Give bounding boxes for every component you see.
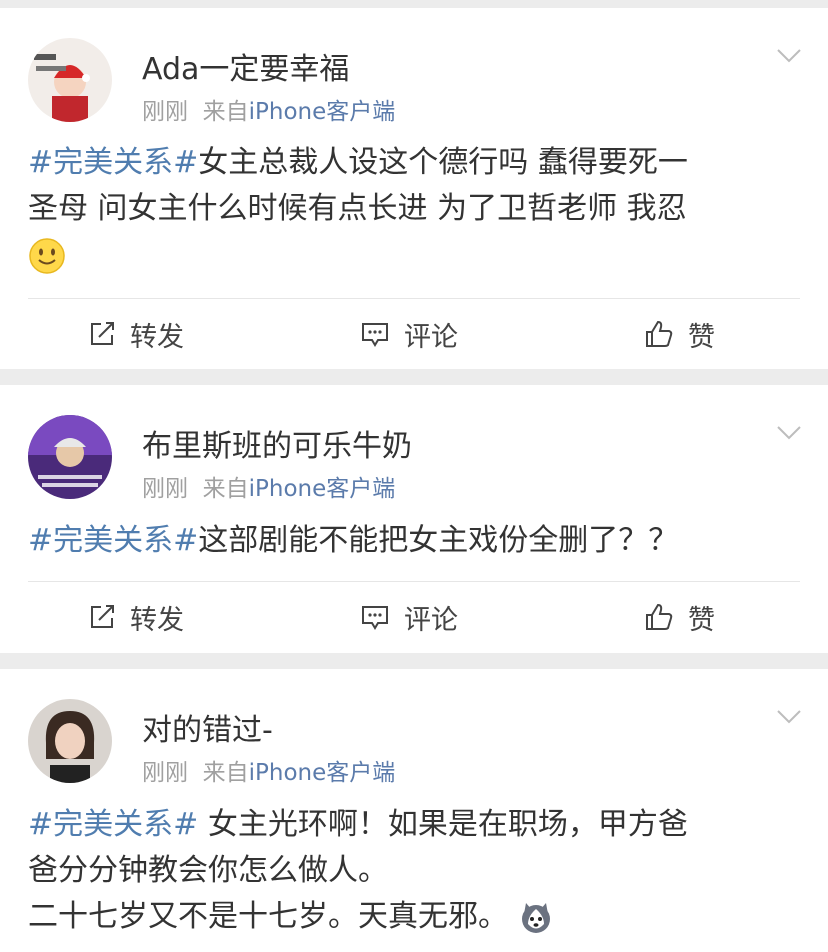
thumbs-up-icon (646, 603, 673, 630)
post-time: 刚刚 (142, 476, 188, 502)
avatar[interactable] (28, 699, 112, 783)
action-bar: 转发 评论 赞 (0, 582, 828, 652)
like-button[interactable]: 赞 (644, 582, 715, 652)
thumbs-up-icon (646, 320, 673, 347)
post-line: #完美关系#这部剧能不能把女主戏份全删了？？ (28, 523, 679, 558)
repost-icon (91, 605, 114, 628)
repost-label: 转发 (130, 604, 184, 636)
source-prefix: 来自 (202, 99, 249, 125)
post-card: 对的错过- 刚刚 来自iPhone客户端 #完美关系# 女主光环啊！如果是在职场… (0, 669, 828, 952)
comment-icon (362, 323, 388, 347)
post-line: #完美关系# 女主光环啊！如果是在职场，甲方爸 (28, 807, 688, 842)
comment-label: 评论 (404, 604, 458, 636)
post-time: 刚刚 (142, 760, 188, 786)
chevron-down-icon[interactable] (776, 709, 802, 725)
like-label: 赞 (688, 604, 715, 636)
post-line: 圣母 问女主什么时候有点长进 为了卫哲老师 我忍 (28, 191, 687, 226)
username[interactable]: 对的错过- (142, 705, 273, 749)
post-meta: 刚刚 来自iPhone客户端 (142, 753, 395, 787)
post-meta: 刚刚 来自iPhone客户端 (142, 92, 395, 126)
post-text: #完美关系#这部剧能不能把女主戏份全删了？？ (28, 518, 798, 564)
chevron-down-icon[interactable] (776, 48, 802, 64)
like-label: 赞 (688, 321, 715, 353)
avatar[interactable] (28, 38, 112, 122)
source-prefix: 来自 (202, 760, 249, 786)
repost-button[interactable]: 转发 (88, 299, 184, 369)
husky-emoji-icon (521, 902, 550, 933)
repost-button[interactable]: 转发 (88, 582, 184, 652)
avatar[interactable] (28, 415, 112, 499)
comment-label: 评论 (404, 321, 458, 353)
post-text: #完美关系#女主总裁人设这个德行吗 蠢得要死一 圣母 问女主什么时候有点长进 为… (28, 140, 798, 278)
comment-button[interactable]: 评论 (360, 582, 458, 652)
action-bar: 转发 评论 赞 (0, 299, 828, 369)
post-line: 爸分分钟教会你怎么做人。 (28, 853, 388, 888)
source-link[interactable]: iPhone客户端 (249, 760, 396, 786)
like-button[interactable]: 赞 (644, 299, 715, 369)
source-prefix: 来自 (202, 476, 249, 502)
smile-emoji-icon (29, 237, 65, 274)
username[interactable]: 布里斯班的可乐牛奶 (142, 421, 412, 465)
post-meta: 刚刚 来自iPhone客户端 (142, 469, 395, 503)
hashtag-link[interactable]: #完美关系# (28, 523, 198, 558)
post-card: 布里斯班的可乐牛奶 刚刚 来自iPhone客户端 #完美关系#这部剧能不能把女主… (0, 385, 828, 653)
repost-icon (91, 322, 114, 345)
post-time: 刚刚 (142, 99, 188, 125)
comment-button[interactable]: 评论 (360, 299, 458, 369)
weibo-feed: Ada一定要幸福 刚刚 来自iPhone客户端 #完美关系#女主总裁人设这个德行… (0, 0, 828, 952)
post-card: Ada一定要幸福 刚刚 来自iPhone客户端 #完美关系#女主总裁人设这个德行… (0, 8, 828, 369)
post-line (28, 232, 798, 278)
source-link[interactable]: iPhone客户端 (249, 99, 396, 125)
source-link[interactable]: iPhone客户端 (249, 476, 396, 502)
post-line: 二十七岁又不是十七岁。天真无邪。 (28, 894, 798, 940)
repost-label: 转发 (130, 321, 184, 353)
post-line: #完美关系#女主总裁人设这个德行吗 蠢得要死一 (28, 145, 688, 180)
comment-icon (362, 606, 388, 630)
hashtag-link[interactable]: #完美关系# (28, 807, 198, 842)
hashtag-link[interactable]: #完美关系# (28, 145, 198, 180)
username[interactable]: Ada一定要幸福 (142, 44, 349, 88)
chevron-down-icon[interactable] (776, 425, 802, 441)
post-text: #完美关系# 女主光环啊！如果是在职场，甲方爸 爸分分钟教会你怎么做人。 二十七… (28, 802, 798, 940)
